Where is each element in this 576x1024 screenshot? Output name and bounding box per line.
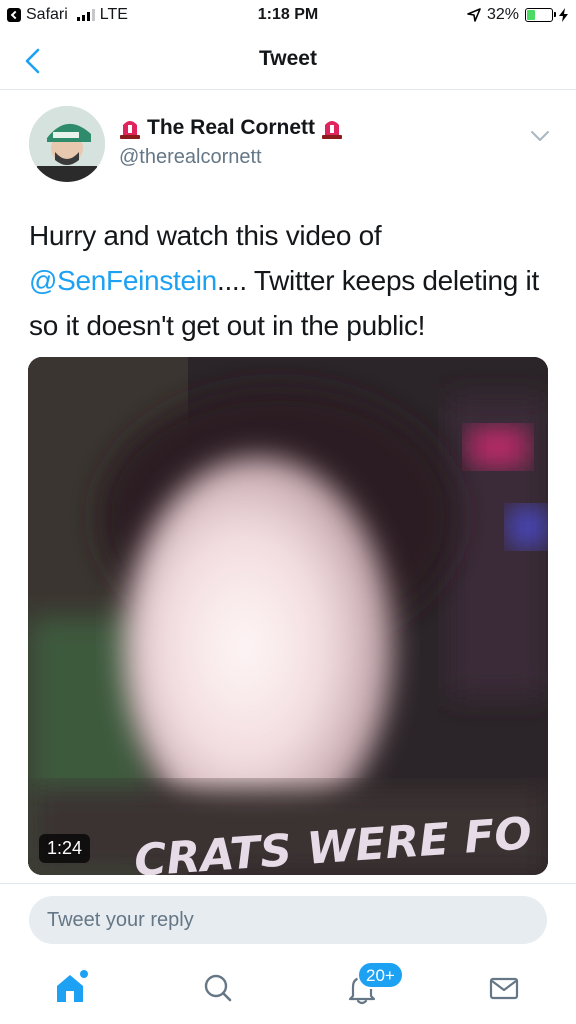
display-name[interactable]: The Real Cornett bbox=[147, 116, 315, 140]
avatar-image bbox=[29, 106, 105, 182]
tweet-text-start: Hurry and watch this video of bbox=[29, 220, 382, 251]
nav-bar: Tweet bbox=[0, 32, 576, 90]
video-thumbnail: CRATS WERE FO bbox=[28, 357, 548, 875]
chevron-down-icon[interactable] bbox=[528, 126, 552, 146]
video-duration: 1:24 bbox=[39, 834, 91, 863]
page-title: Tweet bbox=[259, 47, 317, 70]
status-right: 32% bbox=[467, 6, 568, 24]
mention-link[interactable]: @SenFeinstein bbox=[29, 265, 217, 296]
tweet-text: Hurry and watch this video of @SenFeinst… bbox=[29, 213, 559, 348]
battery-percentage: 32% bbox=[486, 6, 519, 23]
video-player[interactable]: CRATS WERE FO 1:24 bbox=[28, 357, 548, 875]
mail-icon[interactable] bbox=[484, 968, 524, 1008]
home-icon[interactable] bbox=[50, 968, 90, 1008]
tab-bar bbox=[0, 960, 576, 1024]
siren-icon bbox=[322, 121, 343, 139]
search-icon[interactable] bbox=[198, 968, 238, 1008]
status-bar: Safari LTE 1:18 PM 32% bbox=[0, 0, 576, 32]
siren-icon bbox=[120, 121, 140, 139]
user-handle[interactable]: @therealcornett bbox=[119, 146, 262, 169]
location-arrow-icon bbox=[467, 8, 481, 22]
notifications-badge: 20+ bbox=[357, 961, 404, 989]
battery-icon bbox=[525, 8, 556, 22]
avatar[interactable] bbox=[29, 106, 105, 182]
reply-input[interactable] bbox=[29, 896, 547, 944]
tweet-header: The Real Cornett @therealcornett bbox=[0, 90, 576, 200]
divider bbox=[0, 883, 576, 884]
display-name-row[interactable]: The Real Cornett bbox=[119, 116, 343, 140]
charging-bolt-icon bbox=[559, 8, 568, 22]
